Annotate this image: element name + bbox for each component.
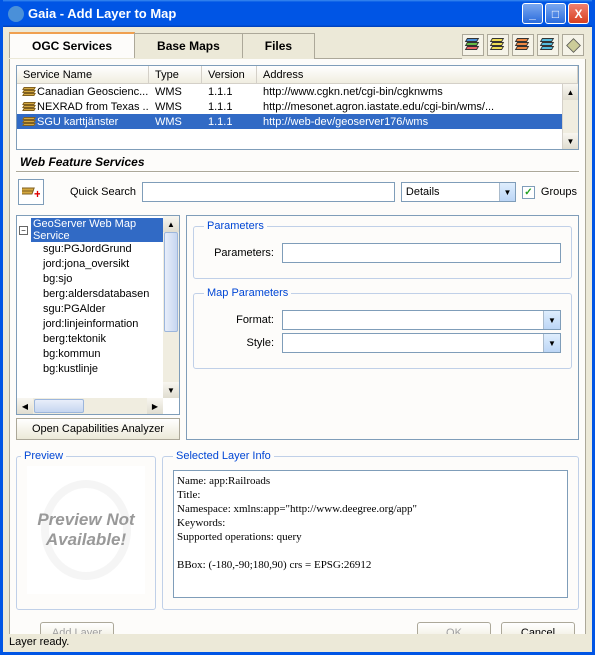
col-service-name[interactable]: Service Name	[17, 66, 149, 83]
preview-image: Preview Not Available!	[27, 466, 145, 594]
collapse-icon[interactable]: −	[19, 226, 28, 235]
parameters-input[interactable]	[282, 243, 561, 263]
maximize-button[interactable]: □	[545, 3, 566, 24]
tree-item[interactable]: bg:kommun	[19, 347, 177, 362]
parameters-label: Parameters:	[204, 247, 274, 259]
chevron-down-icon: ▼	[543, 311, 560, 329]
tree-root[interactable]: − GeoServer Web Map Service	[19, 218, 177, 242]
tree-item[interactable]: sgu:PGAlder	[19, 302, 177, 317]
format-label: Format:	[204, 314, 274, 326]
layer-tree[interactable]: − GeoServer Web Map Service sgu:PGJordGr…	[16, 215, 180, 415]
layer-tool-3[interactable]	[512, 34, 534, 56]
parameters-legend: Parameters	[204, 220, 267, 232]
services-table[interactable]: Service Name Type Version Address Canadi…	[16, 65, 579, 150]
service-icon	[23, 87, 35, 97]
tab-base-maps[interactable]: Base Maps	[134, 33, 243, 58]
chevron-down-icon: ▼	[499, 183, 515, 201]
table-row[interactable]: NEXRAD from Texas ... WMS 1.1.1 http://m…	[17, 99, 578, 114]
selected-layer-info-fieldset: Selected Layer Info	[162, 450, 579, 610]
window-titlebar: Gaia - Add Layer to Map _ □ X	[3, 0, 592, 27]
service-icon	[23, 102, 35, 112]
status-bar: Layer ready.	[3, 634, 592, 652]
status-text: Layer ready.	[9, 636, 69, 648]
map-parameters-fieldset: Map Parameters Format: ▼ Style: ▼	[193, 287, 572, 369]
selected-layer-info-text[interactable]	[173, 470, 568, 598]
app-icon	[8, 6, 24, 22]
tree-item[interactable]: berg:aldersdatabasen	[19, 287, 177, 302]
tree-hscrollbar[interactable]: ◀▶	[17, 398, 163, 414]
details-dropdown[interactable]: Details ▼	[401, 182, 516, 202]
tree-item[interactable]: bg:kustlinje	[19, 362, 177, 377]
layer-tool-1[interactable]	[462, 34, 484, 56]
style-label: Style:	[204, 337, 274, 349]
window-title: Gaia - Add Layer to Map	[28, 6, 522, 21]
layer-tool-5[interactable]	[562, 34, 584, 56]
svg-text:+: +	[34, 187, 40, 201]
add-service-button[interactable]: +	[18, 179, 44, 205]
quick-search-label: Quick Search	[70, 186, 136, 198]
preview-fieldset: Preview Preview Not Available!	[16, 450, 156, 610]
layer-tool-4[interactable]	[537, 34, 559, 56]
groups-checkbox[interactable]: ✓	[522, 186, 535, 199]
selected-layer-info-legend: Selected Layer Info	[173, 450, 274, 462]
tab-ogc-services[interactable]: OGC Services	[9, 32, 135, 58]
tree-vscrollbar[interactable]: ▲▼	[163, 216, 179, 398]
parameters-panel: Parameters Parameters: Map Parameters Fo…	[186, 215, 579, 440]
chevron-down-icon: ▼	[543, 334, 560, 352]
map-parameters-legend: Map Parameters	[204, 287, 291, 299]
service-icon	[23, 117, 35, 127]
minimize-button[interactable]: _	[522, 3, 543, 24]
style-dropdown[interactable]: ▼	[282, 333, 561, 353]
layer-tool-2[interactable]	[487, 34, 509, 56]
close-button[interactable]: X	[568, 3, 589, 24]
open-capabilities-analyzer-button[interactable]: Open Capabilities Analyzer	[16, 418, 180, 440]
tab-bar: OGC Services Base Maps Files	[9, 31, 586, 59]
wfs-section-header: Web Feature Services	[16, 150, 579, 172]
col-version[interactable]: Version	[202, 66, 257, 83]
services-table-header: Service Name Type Version Address	[17, 66, 578, 84]
format-dropdown[interactable]: ▼	[282, 310, 561, 330]
preview-legend: Preview	[21, 450, 66, 462]
table-row[interactable]: SGU karttjänster WMS 1.1.1 http://web-de…	[17, 114, 578, 129]
tree-item[interactable]: jord:jona_oversikt	[19, 257, 177, 272]
tree-item[interactable]: bg:sjo	[19, 272, 177, 287]
col-type[interactable]: Type	[149, 66, 202, 83]
add-service-icon: +	[22, 183, 40, 201]
quick-search-input[interactable]	[142, 182, 395, 202]
tree-item[interactable]: jord:linjeinformation	[19, 317, 177, 332]
tree-item[interactable]: berg:tektonik	[19, 332, 177, 347]
tree-item[interactable]: sgu:PGJordGrund	[19, 242, 177, 257]
tab-files[interactable]: Files	[242, 33, 315, 58]
services-scrollbar[interactable]: ▲▼	[562, 84, 578, 149]
parameters-fieldset: Parameters Parameters:	[193, 220, 572, 279]
groups-label: Groups	[541, 186, 577, 198]
col-address[interactable]: Address	[257, 66, 578, 83]
table-row[interactable]: Canadian Geoscienc... WMS 1.1.1 http://w…	[17, 84, 578, 99]
